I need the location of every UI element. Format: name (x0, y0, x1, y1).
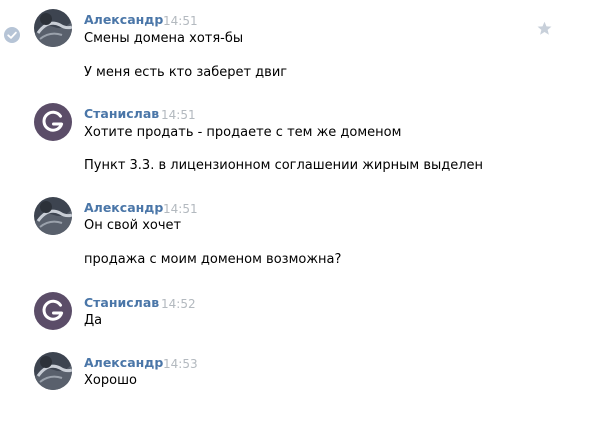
message-time[interactable]: 14:51 (161, 108, 196, 122)
message-group: Станислав 14:52 Да (0, 292, 589, 337)
avatar[interactable] (34, 9, 72, 47)
message-time[interactable]: 14:51 (163, 202, 198, 216)
message-group: Александр 14:53 Хорошо (0, 352, 589, 397)
author-name[interactable]: Александр (84, 12, 163, 27)
message-time[interactable]: 14:53 (163, 357, 198, 371)
message-group: Александр 14:51 Он свой хочет продажа с … (0, 197, 589, 277)
author-name[interactable]: Станислав (84, 295, 159, 310)
avatar[interactable] (34, 197, 72, 235)
avatar[interactable] (34, 352, 72, 390)
chat-history: Александр 14:51 Смены домена хотя-бы У м… (0, 0, 589, 435)
message-text: Да (84, 313, 103, 328)
message-text: У меня есть кто заберет двиг (84, 65, 288, 80)
author-name[interactable]: Александр (84, 355, 163, 370)
message-text: продажа с моим доменом возможна? (84, 252, 342, 267)
avatar[interactable] (34, 292, 72, 330)
message-time[interactable]: 14:51 (163, 14, 198, 28)
message-text: Он свой хочет (84, 218, 182, 233)
message-group: Станислав 14:51 Хотите продать - продает… (0, 103, 589, 183)
message-text: Смены домена хотя-бы (84, 31, 244, 46)
message-group: Александр 14:51 Смены домена хотя-бы У м… (0, 9, 589, 89)
author-name[interactable]: Станислав (84, 106, 159, 121)
check-circle-icon (4, 27, 20, 43)
message-time[interactable]: 14:52 (161, 297, 196, 311)
message-text: Хорошо (84, 373, 137, 388)
avatar[interactable] (34, 103, 72, 141)
message-text: Пункт 3.3. в лицензионном соглашении жир… (84, 158, 484, 173)
star-icon[interactable] (536, 20, 553, 37)
message-text: Хотите продать - продаете с тем же домен… (84, 125, 402, 140)
author-name[interactable]: Александр (84, 200, 163, 215)
